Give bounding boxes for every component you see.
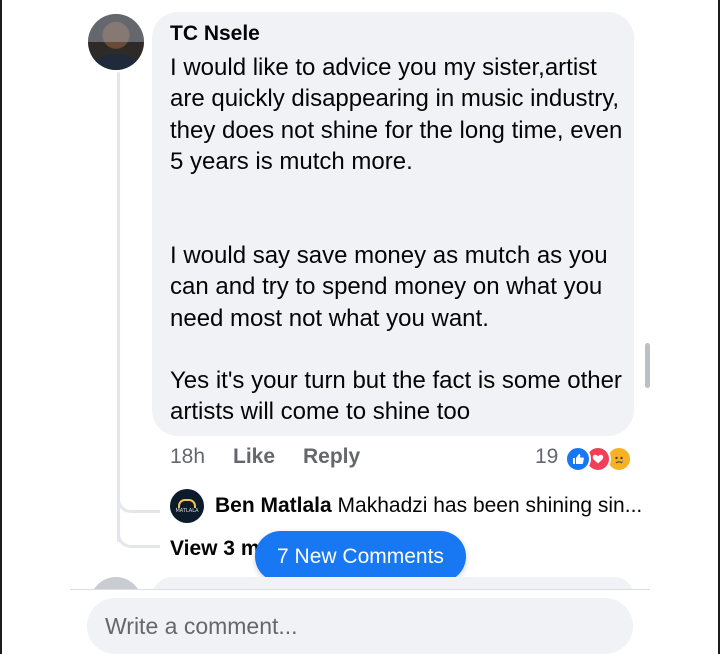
comment-paragraph: Yes it's your turn but the fact is some … bbox=[170, 367, 622, 426]
commenter-avatar[interactable] bbox=[88, 14, 144, 70]
like-reaction-icon bbox=[565, 446, 591, 472]
view-more-replies-link[interactable]: View 3 m bbox=[170, 537, 260, 561]
thread-connector bbox=[117, 525, 160, 548]
scrollbar-thumb[interactable] bbox=[645, 343, 650, 388]
composer-divider bbox=[70, 589, 650, 590]
reply-snippet: Makhadzi has been shining sin... bbox=[337, 494, 643, 517]
comment-author[interactable]: TC Nsele bbox=[170, 22, 260, 46]
avatar-shirt bbox=[94, 54, 138, 70]
thread-connector bbox=[117, 490, 160, 513]
avatar-logo-text: MATLALA bbox=[175, 507, 199, 514]
comment-timestamp[interactable]: 18h bbox=[170, 445, 205, 469]
reaction-count[interactable]: 19 bbox=[535, 445, 558, 469]
thread-line bbox=[117, 72, 120, 542]
reply-button[interactable]: Reply bbox=[303, 445, 360, 469]
screen-edge-left bbox=[0, 0, 2, 654]
reply-author-name[interactable]: Ben Matlala bbox=[215, 494, 332, 517]
comment-composer[interactable] bbox=[87, 598, 633, 654]
avatar-background bbox=[88, 14, 144, 42]
comment-paragraph: I would like to advice you my sister,art… bbox=[170, 54, 623, 176]
reply-preview[interactable]: Ben Matlala Makhadzi has been shining si… bbox=[215, 494, 642, 518]
new-comments-button[interactable]: 7 New Comments bbox=[255, 531, 466, 582]
like-button[interactable]: Like bbox=[233, 445, 275, 469]
reply-author-avatar[interactable]: MATLALA bbox=[170, 489, 204, 523]
logo-mark-icon bbox=[178, 498, 196, 508]
comment-input[interactable] bbox=[87, 598, 633, 654]
comment-paragraph: I would say save money as mutch as you c… bbox=[170, 242, 608, 332]
